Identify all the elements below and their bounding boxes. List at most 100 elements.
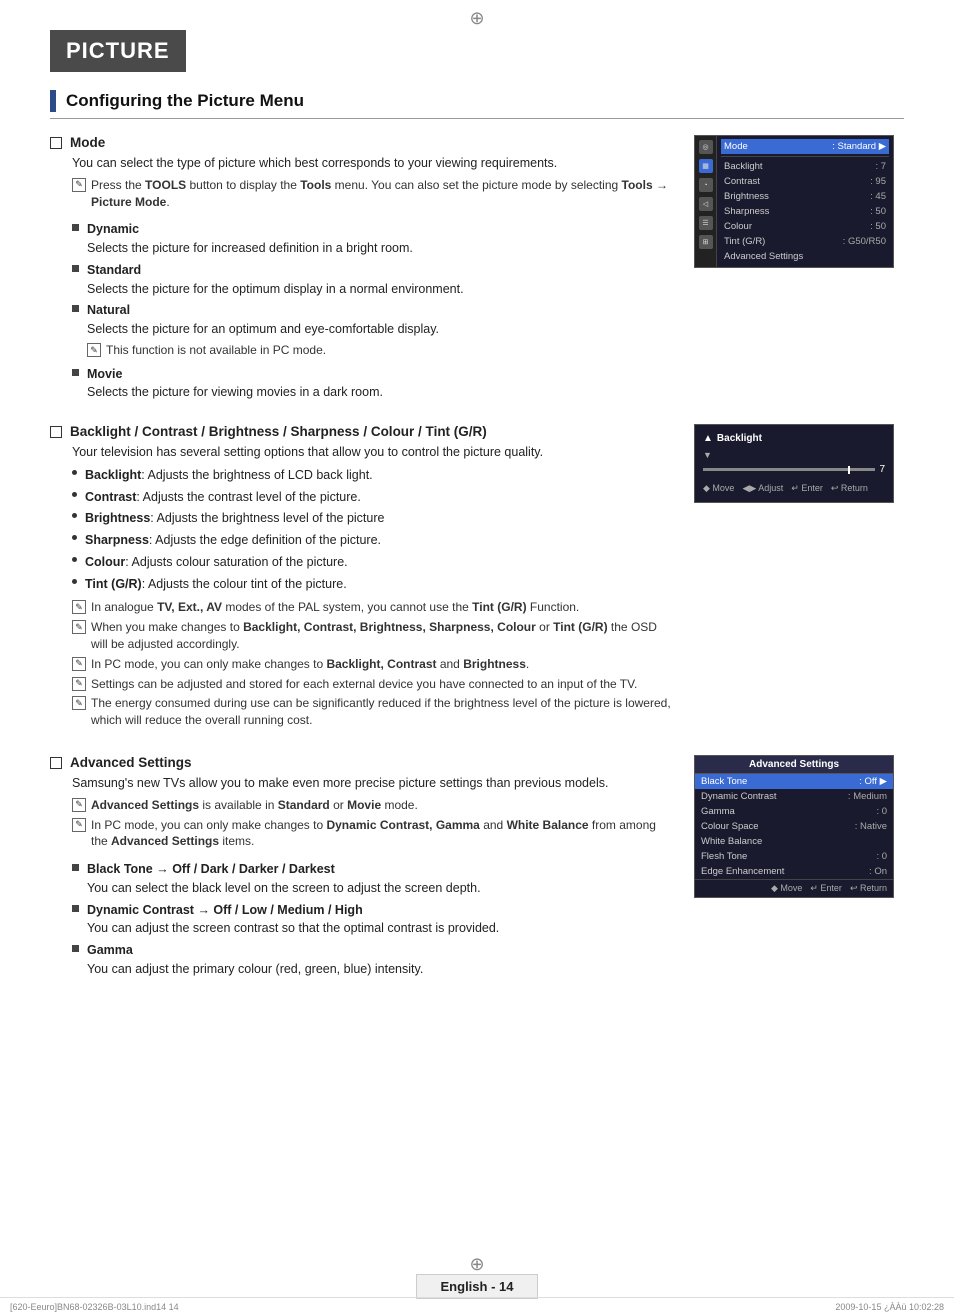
- mode-note: ✎ Press the TOOLS button to display the …: [72, 177, 674, 211]
- backlight-row-value: : 7: [875, 161, 886, 172]
- adv-value-gamma: : 0: [876, 806, 887, 817]
- adv-row-dyncontrast: Dynamic Contrast : Medium: [695, 789, 893, 804]
- nav-move: ◆ Move: [703, 483, 734, 494]
- backlight-mockup: ▲ Backlight ▼ 7 ◆ Move ◀▶ Adjust ↵ Enter…: [694, 424, 894, 503]
- footer-page-indicator: English - 14: [416, 1274, 539, 1299]
- tint-row-label: Tint (G/R): [724, 236, 765, 247]
- advanced-checkbox: [50, 757, 62, 769]
- dynamic-bullet: [72, 224, 79, 231]
- backlight-checkbox: [50, 426, 62, 438]
- adv-menu-right: Advanced Settings Black Tone : Off ▶ Dyn…: [694, 755, 904, 985]
- adv-label-gamma: Gamma: [701, 806, 735, 817]
- gamma-bullet: [72, 945, 79, 952]
- adv-menu-mockup: Advanced Settings Black Tone : Off ▶ Dyn…: [694, 755, 894, 898]
- bl-note-3: ✎ In PC mode, you can only make changes …: [72, 656, 674, 673]
- adv-row-edgeenhancement: Edge Enhancement : On: [695, 864, 893, 879]
- dynamic-contrast-title: Dynamic Contrast → Off / Low / Medium / …: [87, 903, 363, 917]
- nav-adjust: ◀▶ Adjust: [742, 483, 783, 494]
- standard-item: Standard Selects the picture for the opt…: [72, 261, 674, 299]
- advanced-section: Advanced Settings Samsung's new TVs allo…: [50, 755, 904, 985]
- dynamic-item: Dynamic Selects the picture for increase…: [72, 220, 674, 258]
- adv-value-dyncontrast: : Medium: [848, 791, 887, 802]
- adv-label-colourspace: Colour Space: [701, 821, 759, 832]
- backlight-subsection: Backlight / Contrast / Brightness / Shar…: [50, 424, 674, 729]
- tint-row-value: : G50/R50: [843, 236, 886, 247]
- backlight-title: Backlight / Contrast / Brightness / Shar…: [70, 424, 487, 439]
- backlight-label: Backlight: [717, 433, 762, 444]
- adv-nav-enter: ↵ Enter: [810, 883, 842, 894]
- adv-row-gamma: Gamma : 0: [695, 804, 893, 819]
- dynamic-subsection: Dynamic Selects the picture for increase…: [72, 220, 674, 402]
- adv-value-blacktone: : Off ▶: [859, 776, 887, 787]
- dynamic-title: Dynamic: [87, 222, 139, 236]
- bullet-tint: Tint (G/R): Adjusts the colour tint of t…: [72, 575, 674, 594]
- gamma-content: Gamma You can adjust the primary colour …: [87, 941, 423, 979]
- adv-label-whitebalance: White Balance: [701, 836, 762, 847]
- gamma-item: Gamma You can adjust the primary colour …: [72, 941, 674, 979]
- adv-nav-return: ↩ Return: [850, 883, 887, 894]
- gamma-body: You can adjust the primary colour (red, …: [87, 962, 423, 976]
- adv-note-1: ✎ Advanced Settings is available in Stan…: [72, 797, 674, 814]
- black-tone-bullet: [72, 864, 79, 871]
- tv-menu-divider: [721, 156, 889, 157]
- bl-note-5: ✎ The energy consumed during use can be …: [72, 695, 674, 729]
- tv-menu-right: ◎ ▦ ◔ ◁ ☰ ⊞ Mode : Standard ▶: [694, 135, 904, 408]
- adv-row-whitebalance: White Balance: [695, 834, 893, 849]
- adv-menu-title: Advanced Settings: [695, 756, 893, 774]
- advanced-main: Advanced Settings Samsung's new TVs allo…: [50, 755, 674, 985]
- tv-menu-row-brightness: Brightness : 45: [721, 189, 889, 204]
- bl-note-icon-1: ✎: [72, 600, 86, 614]
- natural-bullet: [72, 305, 79, 312]
- adv-row-fleshtone: Flesh Tone : 0: [695, 849, 893, 864]
- adv-label-dyncontrast: Dynamic Contrast: [701, 791, 777, 802]
- adv-value-fleshtone: : 0: [876, 851, 887, 862]
- mode-row-label: Mode: [724, 141, 748, 152]
- adv-value-edgeenhancement: : On: [869, 866, 887, 877]
- backlight-main: Backlight / Contrast / Brightness / Shar…: [50, 424, 674, 739]
- adv-nav-move: ◆ Move: [771, 883, 802, 894]
- adv-label-edgeenhancement: Edge Enhancement: [701, 866, 784, 877]
- tv-menu-content: Mode : Standard ▶ Backlight : 7 Contrast…: [717, 136, 893, 267]
- backlight-slider-track: [703, 468, 875, 471]
- gamma-title: Gamma: [87, 943, 133, 957]
- bullet-dot-tint: [72, 579, 77, 584]
- backlight-slider-thumb: [848, 466, 850, 474]
- advanced-title-row: Advanced Settings: [50, 755, 674, 770]
- natural-item: Natural Selects the picture for an optim…: [72, 301, 674, 361]
- colour-row-value: : 50: [870, 221, 886, 232]
- page-title: PICTURE: [50, 30, 186, 72]
- tv-menu-icons: ◎ ▦ ◔ ◁ ☰ ⊞: [695, 136, 717, 267]
- natural-title: Natural: [87, 303, 130, 317]
- dynamic-body: Selects the picture for increased defini…: [87, 241, 413, 255]
- standard-title: Standard: [87, 263, 141, 277]
- dynamic-contrast-bullet: [72, 905, 79, 912]
- adv-label-blacktone: Black Tone: [701, 776, 747, 787]
- bullet-dot-backlight: [72, 470, 77, 475]
- bullet-dot-colour: [72, 557, 77, 562]
- adv-row-colourspace: Colour Space : Native: [695, 819, 893, 834]
- bullet-sharpness: Sharpness: Adjusts the edge definition o…: [72, 531, 674, 550]
- bullet-dot-brightness: [72, 513, 77, 518]
- dynamic-contrast-body: You can adjust the screen contrast so th…: [87, 921, 499, 935]
- adv-note-text-1: Advanced Settings is available in Standa…: [91, 797, 418, 814]
- note-pencil-icon: ✎: [72, 178, 86, 192]
- backlight-slider-row: 7: [703, 464, 885, 475]
- tv-menu-row-colour: Colour : 50: [721, 219, 889, 234]
- natural-note-text: This function is not available in PC mod…: [106, 342, 326, 359]
- brightness-row-label: Brightness: [724, 191, 769, 202]
- bullet-dot-contrast: [72, 492, 77, 497]
- backlight-body: Your television has several setting opti…: [72, 443, 674, 462]
- mode-subsection: Mode You can select the type of picture …: [50, 135, 674, 210]
- movie-bullet: [72, 369, 79, 376]
- tv-menu-mockup: ◎ ▦ ◔ ◁ ☰ ⊞ Mode : Standard ▶: [694, 135, 894, 268]
- bl-note-text-1: In analogue TV, Ext., AV modes of the PA…: [91, 599, 579, 616]
- adv-note-text-2: In PC mode, you can only make changes to…: [91, 817, 674, 851]
- section-heading: Configuring the Picture Menu: [50, 90, 904, 119]
- bullet-text-backlight: Backlight: Adjusts the brightness of LCD…: [85, 466, 373, 485]
- backlight-row-label: Backlight: [724, 161, 763, 172]
- advanced-title: Advanced Settings: [70, 755, 192, 770]
- natural-note: ✎ This function is not available in PC m…: [87, 342, 439, 359]
- footer-bottom-bar: [620-Eeuro]BN68-02326B-03L10.ind14 14 20…: [0, 1297, 954, 1315]
- backlight-title-row: Backlight / Contrast / Brightness / Shar…: [50, 424, 674, 439]
- bullet-backlight: Backlight: Adjusts the brightness of LCD…: [72, 466, 674, 485]
